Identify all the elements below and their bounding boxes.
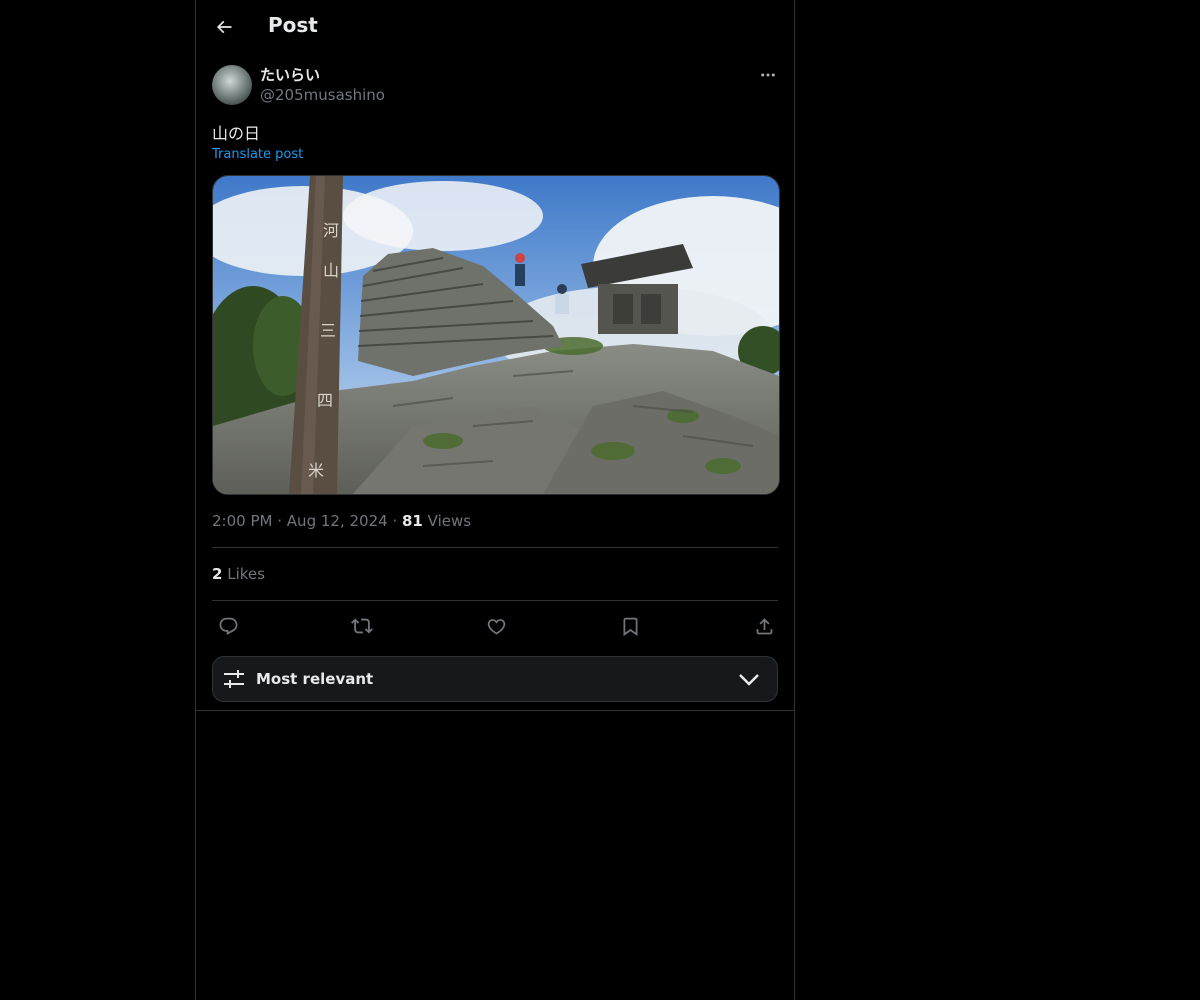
meta-separator: · xyxy=(277,512,283,530)
translate-post-link[interactable]: Translate post xyxy=(212,147,303,162)
repost-button[interactable] xyxy=(347,613,377,639)
views-label: Views xyxy=(427,512,472,530)
svg-text:三: 三 xyxy=(320,321,336,340)
post-date[interactable]: Aug 12, 2024 xyxy=(287,512,388,530)
mountain-summit-photo: 河山三 四米 xyxy=(213,176,779,494)
likes-stat[interactable]: 2 Likes xyxy=(212,565,265,583)
svg-text:河: 河 xyxy=(323,221,339,240)
author-display-name[interactable]: たいらい xyxy=(260,64,320,85)
likes-label: Likes xyxy=(227,565,265,583)
author-handle[interactable]: @205musashino xyxy=(260,86,385,104)
back-button[interactable] xyxy=(208,11,240,43)
like-button[interactable] xyxy=(481,613,511,639)
avatar[interactable] xyxy=(212,65,252,105)
chevron-down-icon xyxy=(739,674,759,686)
post-text: 山の日 xyxy=(212,124,261,143)
more-dots-icon xyxy=(761,73,775,77)
share-button[interactable] xyxy=(749,613,779,639)
divider xyxy=(196,710,794,711)
svg-text:米: 米 xyxy=(308,461,324,480)
sliders-icon xyxy=(224,670,244,688)
post-header: Post xyxy=(196,0,794,54)
views-count: 81 xyxy=(402,512,423,530)
post-time[interactable]: 2:00 PM xyxy=(212,512,272,530)
likes-count: 2 xyxy=(212,565,223,583)
bookmark-button[interactable] xyxy=(615,613,645,639)
divider xyxy=(212,600,778,601)
post-column: Post たいらい @205musashino 山の日 Translate po… xyxy=(195,0,795,1000)
reply-button[interactable] xyxy=(213,613,243,639)
arrow-left-icon xyxy=(216,20,232,34)
sort-label: Most relevant xyxy=(256,670,374,688)
reply-icon xyxy=(219,617,237,635)
page-title: Post xyxy=(268,13,318,37)
svg-text:山: 山 xyxy=(323,261,339,280)
meta-separator: · xyxy=(392,512,398,530)
sort-replies-dropdown[interactable]: Most relevant xyxy=(212,656,778,702)
bookmark-icon xyxy=(623,617,637,636)
repost-icon xyxy=(351,618,373,634)
post-meta: 2:00 PM · Aug 12, 2024 · 81 Views xyxy=(212,512,471,530)
heart-icon xyxy=(487,618,505,635)
more-options-button[interactable] xyxy=(756,64,780,86)
post-photo[interactable]: 河山三 四米 xyxy=(212,175,780,495)
svg-text:四: 四 xyxy=(317,391,333,410)
divider xyxy=(212,547,778,548)
share-icon xyxy=(756,617,772,634)
